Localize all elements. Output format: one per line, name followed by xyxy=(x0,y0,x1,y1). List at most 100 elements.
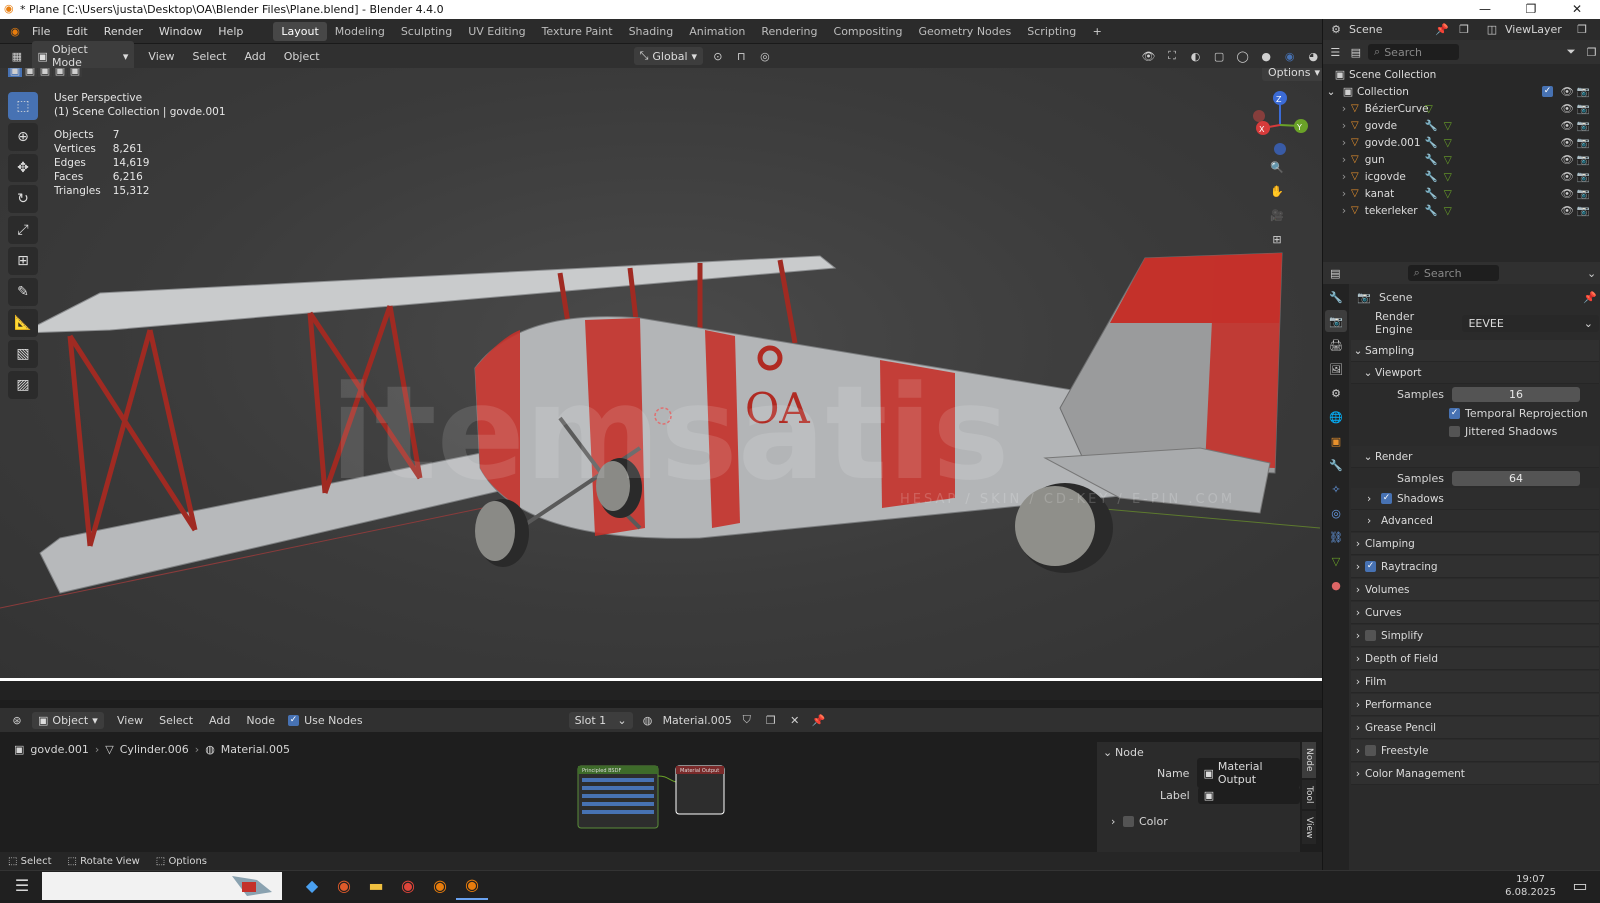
chevron-right-icon[interactable]: › xyxy=(1337,154,1351,166)
scene-collection-row[interactable]: ▣ Scene Collection xyxy=(1323,66,1600,83)
panel-volumes[interactable]: › Volumes xyxy=(1351,579,1599,601)
use-nodes-checkbox[interactable]: ✓ xyxy=(288,714,300,726)
jittered-checkbox[interactable] xyxy=(1449,425,1460,437)
menu-window[interactable]: Window xyxy=(151,25,210,38)
node-menu-add[interactable]: Add xyxy=(202,714,237,727)
transform-tool-icon[interactable]: ⊞ xyxy=(8,247,38,275)
properties-editor-icon[interactable]: ▤ xyxy=(1327,264,1344,282)
menu-edit[interactable]: Edit xyxy=(58,25,95,38)
gizmo-toggle-icon[interactable]: ⛶ xyxy=(1163,47,1181,65)
panel-freestyle[interactable]: › Freestyle xyxy=(1351,740,1599,762)
material-tab-icon[interactable]: ● xyxy=(1325,574,1347,596)
file-explorer-icon[interactable]: ▬ xyxy=(360,872,392,900)
tab-geometry-nodes[interactable]: Geometry Nodes xyxy=(910,22,1019,41)
slot-dropdown[interactable]: Slot 1 ⌄ xyxy=(568,711,633,729)
navigation-gizmo[interactable]: Z Y X xyxy=(1253,91,1308,155)
pan-hand-icon[interactable]: ✋ xyxy=(1268,182,1286,200)
panel-grease-pencil[interactable]: › Grease Pencil xyxy=(1351,717,1599,739)
restore-button[interactable]: ❐ xyxy=(1508,0,1554,19)
outliner-item[interactable]: › ▽ govde.001 🔧 ▽ 👁 📷 xyxy=(1323,134,1600,151)
view-layer-name[interactable]: ViewLayer xyxy=(1505,23,1569,36)
tab-animation[interactable]: Animation xyxy=(681,22,753,41)
chevron-right-icon[interactable]: › xyxy=(1337,188,1351,200)
add-workspace-icon[interactable]: + xyxy=(1088,22,1106,40)
camera-icon[interactable]: 📷 xyxy=(1577,136,1590,149)
chevron-right-icon[interactable]: › xyxy=(1337,137,1351,149)
outliner-search-input[interactable]: ⌕ Search xyxy=(1368,44,1459,60)
fake-user-icon[interactable]: ⛉ xyxy=(738,711,756,729)
viewport-samples-field[interactable]: 16 xyxy=(1451,386,1580,402)
eye-icon[interactable]: 👁 xyxy=(1561,136,1574,149)
viewport-menu-view[interactable]: View xyxy=(140,50,182,63)
collection-row[interactable]: ⌄ ▣ Collection ✓ 👁 📷 xyxy=(1323,83,1600,100)
render-tab-icon[interactable]: 📷 xyxy=(1325,310,1347,332)
sidebar-tab-tool[interactable]: Tool xyxy=(1302,779,1316,809)
tab-texture-paint[interactable]: Texture Paint xyxy=(534,22,621,41)
raytracing-checkbox[interactable]: ✓ xyxy=(1365,561,1376,572)
sidebar-tab-view[interactable]: View xyxy=(1302,810,1316,845)
outliner-item[interactable]: › ▽ tekerleker 🔧 ▽ 👁 📷 xyxy=(1323,202,1600,219)
editor-type-icon[interactable]: ▦ xyxy=(8,47,26,65)
view-layer-tab-icon[interactable]: 🖼 xyxy=(1325,358,1347,380)
properties-search-input[interactable]: ⌕ Search xyxy=(1407,265,1500,281)
scene-name[interactable]: Scene xyxy=(1349,23,1429,36)
chrome-icon[interactable]: ◉ xyxy=(392,872,424,900)
cursor-tool-icon[interactable]: ⊕ xyxy=(8,123,38,151)
move-tool-icon[interactable]: ✥ xyxy=(8,154,38,182)
start-menu-icon[interactable]: ☰ xyxy=(6,872,38,900)
node-color-row[interactable]: › Color xyxy=(1097,810,1300,832)
panel-simplify[interactable]: › Simplify xyxy=(1351,625,1599,647)
material-sphere-icon[interactable]: ◍ xyxy=(639,711,657,729)
temporal-checkbox[interactable]: ✓ xyxy=(1449,407,1460,419)
node-color-checkbox[interactable] xyxy=(1123,815,1134,827)
material-shading-icon[interactable]: ◉ xyxy=(1281,47,1299,65)
zoom-icon[interactable]: 🔍 xyxy=(1268,158,1286,176)
rendered-shading-icon[interactable]: ◕ xyxy=(1305,47,1323,65)
eye-icon[interactable]: 👁 xyxy=(1561,187,1574,200)
tab-rendering[interactable]: Rendering xyxy=(753,22,825,41)
tab-shading[interactable]: Shading xyxy=(621,22,682,41)
tab-compositing[interactable]: Compositing xyxy=(826,22,911,41)
modifier-tab-icon[interactable]: 🔧 xyxy=(1325,454,1347,476)
breadcrumb-item[interactable]: Material.005 xyxy=(221,743,290,756)
outliner-item[interactable]: › ▽ BézierCurve ▽ 👁 📷 xyxy=(1323,100,1600,117)
xray-icon[interactable]: ▢ xyxy=(1210,47,1228,65)
particles-tab-icon[interactable]: ✧ xyxy=(1325,478,1347,500)
chevron-down-icon[interactable]: ⌄ xyxy=(1583,264,1600,282)
render-engine-dropdown[interactable]: EEVEE ⌄ xyxy=(1462,314,1599,332)
shadows-checkbox[interactable]: ✓ xyxy=(1381,493,1392,504)
new-scene-icon[interactable]: ❐ xyxy=(1455,21,1473,39)
breadcrumb-item[interactable]: govde.001 xyxy=(30,743,88,756)
notification-icon[interactable]: ▭ xyxy=(1564,872,1596,900)
rotate-tool-icon[interactable]: ↻ xyxy=(8,185,38,213)
snap-icon[interactable]: ⊓ xyxy=(733,47,751,65)
eye-icon[interactable]: 👁 xyxy=(1561,170,1574,183)
filter-icon[interactable]: ⏷ xyxy=(1563,43,1580,61)
outliner-item[interactable]: › ▽ gun 🔧 ▽ 👁 📷 xyxy=(1323,151,1600,168)
visibility-icon[interactable]: 👁 xyxy=(1140,47,1158,65)
tab-uv-editing[interactable]: UV Editing xyxy=(460,22,533,41)
viewport-subpanel-header[interactable]: ⌄ Viewport xyxy=(1351,362,1599,384)
camera-icon[interactable]: 📷 xyxy=(1577,85,1590,98)
task-view-icon[interactable]: ◆ xyxy=(296,872,328,900)
data-tab-icon[interactable]: ▽ xyxy=(1325,550,1347,572)
outliner-editor-icon[interactable]: ☰ xyxy=(1327,43,1344,61)
physics-tab-icon[interactable]: ◎ xyxy=(1325,502,1347,524)
chevron-right-icon[interactable]: › xyxy=(1337,171,1351,183)
select-box-tool-icon[interactable]: ⬚ xyxy=(8,92,38,120)
menu-file[interactable]: File xyxy=(24,25,58,38)
viewport-menu-select[interactable]: Select xyxy=(185,50,235,63)
proportional-edit-icon[interactable]: ◎ xyxy=(756,47,774,65)
eye-icon[interactable]: 👁 xyxy=(1561,153,1574,166)
world-tab-icon[interactable]: 🌐 xyxy=(1325,406,1347,428)
render-subpanel-header[interactable]: ⌄ Render xyxy=(1351,446,1599,468)
shadows-panel-header[interactable]: › ✓ Shadows xyxy=(1351,488,1599,510)
wireframe-shading-icon[interactable]: ◯ xyxy=(1234,47,1252,65)
outliner-item[interactable]: › ▽ icgovde 🔧 ▽ 👁 📷 xyxy=(1323,168,1600,185)
chevron-right-icon[interactable]: › xyxy=(1337,120,1351,132)
pin-icon[interactable]: 📌 xyxy=(810,711,828,729)
tool-tab-icon[interactable]: 🔧 xyxy=(1325,286,1347,308)
camera-icon[interactable]: 📷 xyxy=(1577,119,1590,132)
pin-icon[interactable]: 📌 xyxy=(1581,288,1599,306)
tab-layout[interactable]: Layout xyxy=(273,21,327,41)
